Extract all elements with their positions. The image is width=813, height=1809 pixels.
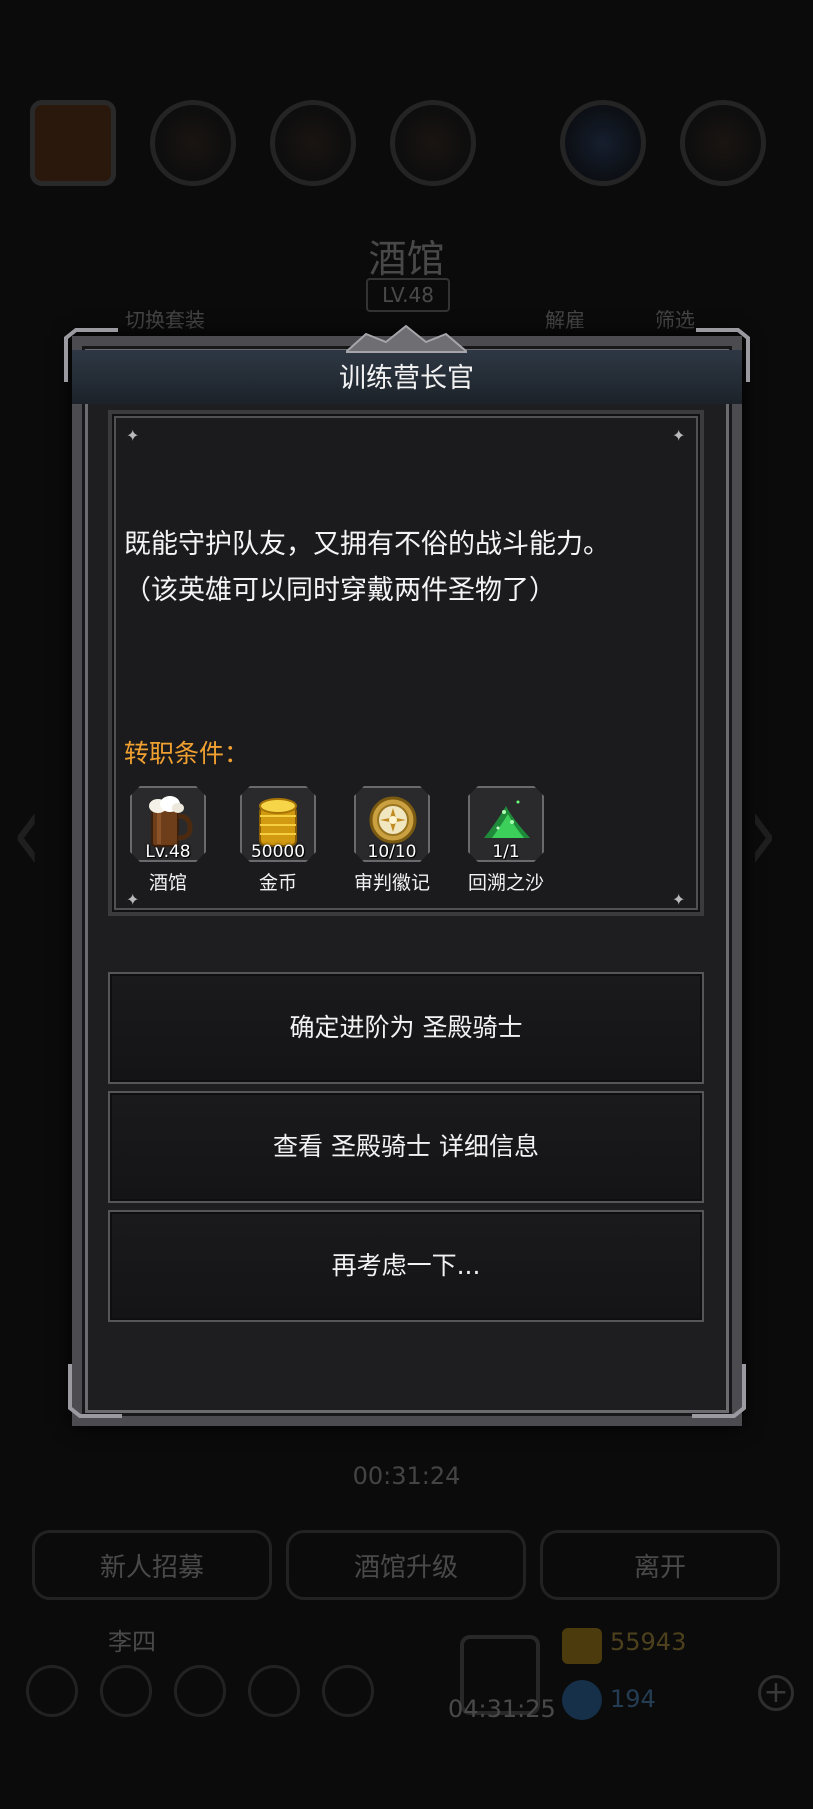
requirement-slot: 50000 [240, 786, 316, 862]
arrow-right-icon[interactable]: › [748, 769, 778, 898]
recruit-button[interactable]: 新人招募 [32, 1530, 272, 1600]
menu-bag-icon[interactable] [248, 1665, 300, 1717]
gift-timer: 04:31:25 [448, 1695, 556, 1723]
menu-hero-icon[interactable] [26, 1665, 78, 1717]
arrow-left-icon[interactable]: ‹ [12, 769, 42, 898]
category-assassin-icon[interactable] [390, 100, 476, 186]
menu-settings-icon[interactable] [322, 1665, 374, 1717]
upgrade-tavern-button[interactable]: 酒馆升级 [286, 1530, 526, 1600]
requirement-name: 审判徽记 [353, 872, 430, 894]
gem-icon [562, 1680, 602, 1720]
requirement-count: 10/10 [367, 842, 417, 862]
requirement-slot: Lv.48 [130, 786, 206, 862]
tavern-level-badge: LV.48 [366, 278, 450, 312]
requirement-slot: 1/1 [468, 786, 544, 862]
requirement-name: 酒馆 [148, 872, 187, 894]
category-all-icon[interactable] [30, 100, 116, 186]
view-details-button[interactable]: 查看 圣殿骑士 详细信息 [108, 1091, 704, 1203]
switch-set-tab[interactable]: 切换套装 [110, 300, 220, 340]
requirement-name: 金币 [258, 872, 297, 894]
corner-ornament-icon [68, 1364, 122, 1418]
dismiss-tab[interactable]: 解雇 [520, 300, 610, 340]
category-mage-icon[interactable] [560, 100, 646, 186]
sparkle-icon: ✦ [672, 890, 686, 909]
requirement-slot: 10/10 [354, 786, 430, 862]
menu-team-icon[interactable] [100, 1665, 152, 1717]
requirement-gold[interactable]: 50000 金币 [230, 786, 326, 895]
leave-button[interactable]: 离开 [540, 1530, 780, 1600]
corner-ornament-icon [692, 1364, 746, 1418]
requirement-count: 50000 [250, 842, 306, 862]
description-line: （该英雄可以同时穿戴两件圣物了） [124, 575, 556, 606]
description-line: 既能守护队友，又拥有不俗的战斗能力。 [124, 529, 610, 560]
top-ornament-icon [346, 324, 467, 353]
refresh-timer: 00:31:24 [352, 1462, 461, 1490]
menu-map-icon[interactable] [174, 1665, 226, 1717]
hero-description: 既能守护队友，又拥有不俗的战斗能力。 （该英雄可以同时穿戴两件圣物了） [124, 522, 694, 614]
category-archer-icon[interactable] [270, 100, 356, 186]
tavern-title: 酒馆 [368, 237, 445, 281]
add-gems-icon[interactable]: + [758, 1675, 794, 1711]
gold-icon [562, 1628, 602, 1664]
gem-amount: 194 [610, 1685, 656, 1713]
requirement-count: Lv.48 [145, 842, 191, 862]
reconsider-button[interactable]: 再考虑一下... [108, 1210, 704, 1322]
category-warrior-icon[interactable] [150, 100, 236, 186]
confirm-advance-button[interactable]: 确定进阶为 圣殿骑士 [108, 972, 704, 1084]
dialog-title: 训练营长官 [339, 363, 474, 394]
requirement-count: 1/1 [492, 842, 520, 862]
gold-amount: 55943 [610, 1628, 687, 1656]
player-name: 李四 [108, 1628, 156, 1656]
requirement-tavern-level[interactable]: Lv.48 酒馆 [120, 786, 216, 895]
category-support-icon[interactable] [680, 100, 766, 186]
requirement-sand[interactable]: 1/1 回溯之沙 [458, 786, 554, 895]
requirements-title: 转职条件： [124, 739, 250, 768]
requirement-name: 回溯之沙 [467, 872, 544, 894]
sparkle-icon: ✦ [672, 426, 686, 445]
category-icon-row [30, 100, 790, 200]
sparkle-icon: ✦ [126, 426, 140, 445]
requirement-judgment-emblem[interactable]: 10/10 审判徽记 [344, 786, 440, 895]
